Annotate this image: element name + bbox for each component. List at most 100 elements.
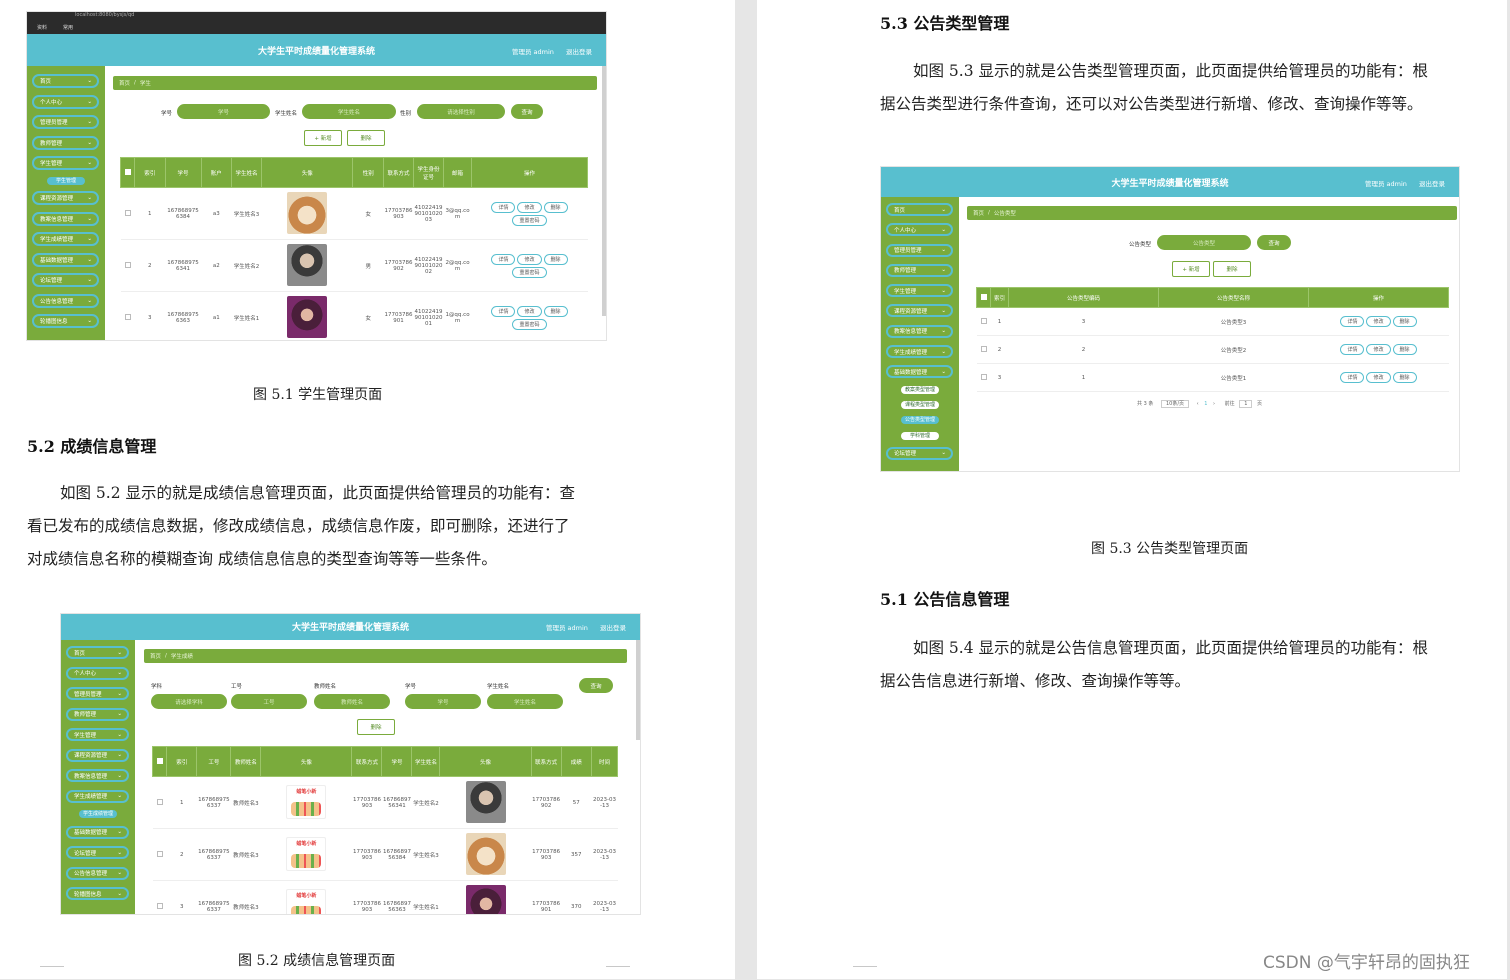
pager-page[interactable]: 1: [1204, 401, 1207, 407]
logout-link[interactable]: 退出登录: [1419, 180, 1445, 188]
delete-button[interactable]: 删除: [357, 719, 395, 735]
filter-input[interactable]: 教师姓名: [314, 694, 390, 709]
delete-button[interactable]: 删除: [1213, 261, 1251, 277]
column-header[interactable]: 时间: [591, 746, 618, 777]
filter-select-gender[interactable]: 请选择性别: [417, 104, 505, 119]
query-button[interactable]: 查询: [1257, 235, 1291, 250]
column-header[interactable]: 联系方式: [351, 746, 383, 777]
scrollbar[interactable]: [636, 640, 640, 740]
filter-input-id[interactable]: 学号: [177, 104, 270, 119]
table-row[interactable]: 2 1678689756341 a2 学生姓名2 男 17703786902 4102241…: [120, 239, 588, 292]
sidebar-item[interactable]: 基础数据管理 ⌄: [66, 825, 129, 839]
table-row[interactable]: 1 3 公告类型3 详情 修改 删除: [976, 307, 1449, 336]
column-header[interactable]: 账户: [200, 157, 233, 188]
row-action-button[interactable]: 详情: [1340, 344, 1365, 355]
sidebar-item[interactable]: 教师管理 ⌄: [886, 263, 953, 277]
row-action-button[interactable]: 详情: [491, 253, 516, 265]
row-action-button[interactable]: 删除: [543, 253, 568, 265]
table-row[interactable]: 2 1678689756337 教师姓名3 蜡笔小新 17703786903 167868…: [152, 828, 618, 881]
row-action-button[interactable]: 删除: [1392, 316, 1417, 327]
sidebar-subitem[interactable]: 学生成绩管理: [79, 810, 117, 818]
column-header[interactable]: 公告类型名称: [1158, 287, 1309, 308]
row-action-button[interactable]: 修改: [517, 201, 542, 213]
pager-goto-input[interactable]: 1: [1239, 400, 1253, 408]
sidebar-item[interactable]: 教案信息管理 ⌄: [32, 211, 99, 226]
sidebar-item[interactable]: 学生管理 ⌄: [66, 728, 129, 741]
row-action-button[interactable]: 重置密码: [512, 214, 547, 226]
pager-prev-icon[interactable]: ‹: [1197, 401, 1199, 407]
row-checkbox[interactable]: [120, 187, 135, 240]
sidebar-subitem[interactable]: 公告类型管理: [901, 416, 939, 425]
add-button[interactable]: + 新增: [1172, 261, 1210, 277]
column-header[interactable]: 性别: [352, 157, 384, 188]
table-row[interactable]: 3 1678689756337 教师姓名3 蜡笔小新 17703786903 167868…: [152, 880, 618, 914]
sidebar-item[interactable]: 教案信息管理 ⌄: [66, 769, 129, 782]
row-checkbox[interactable]: [120, 291, 135, 340]
row-checkbox[interactable]: [120, 239, 135, 292]
sidebar-subitem[interactable]: 学生管理: [47, 176, 85, 185]
row-action-button[interactable]: 修改: [517, 305, 542, 317]
column-header[interactable]: 索引: [165, 746, 198, 777]
sidebar-item[interactable]: 轮播图信息 ⌄: [32, 314, 99, 328]
sidebar-item[interactable]: 首页 ⌄: [886, 203, 953, 216]
filter-input[interactable]: 学号: [405, 694, 481, 709]
row-checkbox[interactable]: [152, 828, 167, 881]
bookmark-1[interactable]: 资料: [37, 24, 47, 31]
column-header[interactable]: 公告类型编码: [1008, 287, 1159, 308]
sidebar-item[interactable]: 教师管理 ⌄: [32, 135, 99, 150]
column-header[interactable]: 联系方式: [383, 157, 414, 188]
sidebar-item[interactable]: 管理员管理 ⌄: [66, 687, 129, 700]
column-header[interactable]: 索引: [134, 157, 166, 188]
column-header[interactable]: 邮箱: [443, 157, 472, 188]
sidebar-item[interactable]: 管理员管理 ⌄: [886, 243, 953, 257]
column-header[interactable]: 头像: [260, 746, 353, 777]
filter-input[interactable]: 工号: [231, 694, 307, 709]
sidebar-subitem[interactable]: 课程类型管理: [901, 400, 939, 409]
column-header[interactable]: 学生姓名: [411, 746, 441, 777]
row-checkbox[interactable]: [976, 307, 991, 336]
table-row[interactable]: 3 1678689756363 a1 学生姓名1 女 17703786901 4102241…: [120, 291, 588, 340]
sidebar-subitem[interactable]: 教案类型管理: [901, 385, 939, 394]
column-header[interactable]: 操作: [471, 157, 588, 188]
filter-input-type[interactable]: 公告类型: [1157, 235, 1251, 250]
select-all-checkbox[interactable]: [120, 157, 135, 188]
column-header[interactable]: 工号: [196, 746, 232, 777]
row-action-button[interactable]: 详情: [491, 305, 516, 317]
sidebar-item[interactable]: 基础数据管理 ⌄: [32, 252, 99, 267]
column-header[interactable]: 学生身份证号: [413, 157, 444, 188]
breadcrumb-home[interactable]: 首页: [119, 79, 130, 87]
row-action-button[interactable]: 详情: [1340, 372, 1365, 383]
row-action-button[interactable]: 详情: [491, 201, 516, 213]
column-header[interactable]: 头像: [439, 746, 532, 777]
sidebar-item[interactable]: 个人中心 ⌄: [32, 94, 99, 109]
column-header[interactable]: 学号: [164, 157, 202, 188]
filter-input[interactable]: 请选择学科: [151, 694, 227, 709]
filter-input-name[interactable]: 学生姓名: [302, 104, 396, 119]
table-row[interactable]: 1 1678689756337 教师姓名3 蜡笔小新 17703786903 167868…: [152, 776, 618, 829]
sidebar-item[interactable]: 课程资源管理 ⌄: [66, 748, 129, 762]
sidebar-item[interactable]: 学生管理 ⌄: [886, 284, 953, 298]
sidebar-item[interactable]: 论坛管理 ⌄: [32, 273, 99, 287]
sidebar-item[interactable]: 教师管理 ⌄: [66, 707, 129, 721]
filter-input[interactable]: 学生姓名: [487, 694, 563, 709]
sidebar-item[interactable]: 公告信息管理 ⌄: [66, 866, 129, 880]
bookmark-2[interactable]: 常用: [63, 24, 73, 31]
row-action-button[interactable]: 删除: [1392, 344, 1417, 355]
column-header[interactable]: 成绩: [560, 746, 593, 777]
row-checkbox[interactable]: [976, 363, 991, 392]
sidebar-item[interactable]: 学生管理 ⌄: [32, 156, 99, 170]
query-button[interactable]: 查询: [579, 678, 613, 693]
sidebar-item[interactable]: 学生成绩管理 ⌄: [886, 345, 953, 359]
sidebar-item[interactable]: 教案信息管理 ⌄: [886, 324, 953, 338]
sidebar-item[interactable]: 论坛管理 ⌄: [66, 846, 129, 859]
add-button[interactable]: + 新增: [304, 130, 342, 146]
logout-link[interactable]: 退出登录: [600, 624, 626, 632]
column-header[interactable]: 学生姓名: [231, 157, 263, 188]
row-checkbox[interactable]: [976, 335, 991, 364]
pager-next-icon[interactable]: ›: [1213, 401, 1215, 407]
column-header[interactable]: 操作: [1308, 287, 1449, 308]
column-header[interactable]: 学号: [381, 746, 413, 777]
query-button[interactable]: 查询: [511, 104, 543, 119]
row-action-button[interactable]: 修改: [1366, 344, 1391, 355]
sidebar-item[interactable]: 课程资源管理 ⌄: [886, 304, 953, 318]
